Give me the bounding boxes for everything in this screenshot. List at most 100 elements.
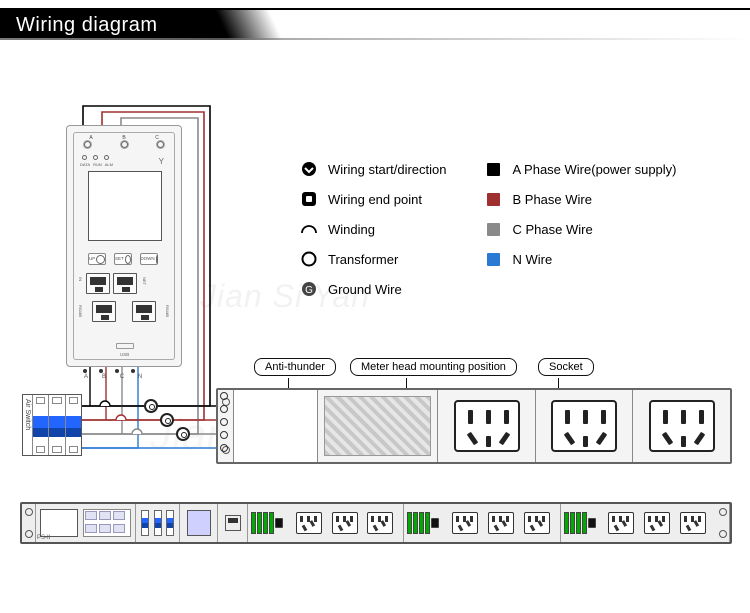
up-button[interactable]: UP	[88, 253, 106, 265]
socket-face-3	[649, 400, 715, 452]
mini-sock[interactable]	[608, 512, 634, 534]
meter-bottom-terminals	[83, 369, 135, 373]
legend-c-phase-label: C Phase Wire	[512, 222, 592, 237]
rj-port-net[interactable]	[113, 273, 137, 294]
mini-outlet-groups	[248, 504, 716, 542]
mini-sock[interactable]	[452, 512, 478, 534]
legend-ground-label: Ground Wire	[328, 282, 402, 297]
mini-switch-section	[136, 504, 180, 542]
led-data: DATA	[80, 162, 90, 167]
a-phase-icon	[484, 160, 502, 178]
outlet-3[interactable]	[633, 390, 730, 462]
socket-face-1	[454, 400, 520, 452]
terminal-g	[220, 392, 228, 400]
legend-transformer: Transformer	[300, 250, 446, 268]
up-label: UP	[89, 256, 95, 261]
legend-winding-label: Winding	[328, 222, 375, 237]
term-b-label: B	[99, 374, 109, 380]
mini-sock[interactable]	[680, 512, 706, 534]
rj-net-label: NET	[142, 277, 147, 285]
mini-sock[interactable]	[367, 512, 393, 534]
legend-col-1: Wiring start/direction Wiring end point …	[300, 160, 446, 298]
meter-top-ports	[84, 141, 164, 148]
wiring-start-icon	[300, 160, 318, 178]
mini-anti-section	[180, 504, 218, 542]
callout-socket: Socket	[538, 358, 594, 376]
usb-label: USB	[120, 352, 129, 357]
legend-b-phase: B Phase Wire	[484, 190, 676, 208]
mini-right-ear	[716, 504, 730, 542]
led-alm: ALM	[105, 162, 113, 167]
legend-transformer-label: Transformer	[328, 252, 398, 267]
led-run: RUN	[93, 162, 102, 167]
meter-screen	[88, 171, 162, 241]
mini-sock[interactable]	[332, 512, 358, 534]
winding-icon	[300, 220, 318, 238]
mini-pole-1	[141, 510, 149, 536]
mini-breaker-2[interactable]	[404, 504, 442, 542]
meter-device: A B C DATA RUN ALM Y UP SET DOWN IN NET …	[66, 125, 182, 367]
legend-wiring-start: Wiring start/direction	[300, 160, 446, 178]
rj-port-rs485-2[interactable]	[132, 301, 156, 322]
legend-a-phase: A Phase Wire(power supply)	[484, 160, 676, 178]
down-label: DOWN	[140, 256, 154, 261]
mini-pole-2	[154, 510, 162, 536]
outlet-1[interactable]	[438, 390, 536, 462]
usb-port[interactable]	[116, 343, 134, 349]
term-n-label: N	[135, 374, 145, 380]
meter-bottom-terminal-labels: A B C N	[81, 374, 145, 380]
meter-mounting-area	[318, 390, 439, 462]
mini-left-ear	[22, 504, 36, 542]
mini-sock[interactable]	[488, 512, 514, 534]
mini-breaker-1[interactable]	[248, 504, 286, 542]
mini-pole-3	[166, 510, 174, 536]
n-wire-icon	[484, 250, 502, 268]
switch-pole-1	[32, 395, 48, 455]
mini-meter-section	[36, 504, 136, 542]
outlet-2[interactable]	[536, 390, 634, 462]
down-button[interactable]: DOWN	[140, 253, 158, 265]
svg-text:G: G	[305, 285, 313, 296]
legend-n-wire: N Wire	[484, 250, 676, 268]
pdu-cells	[234, 390, 730, 462]
mini-sock[interactable]	[644, 512, 670, 534]
title-lower-line	[0, 38, 750, 40]
mini-sock[interactable]	[524, 512, 550, 534]
mini-anti-block	[187, 510, 211, 536]
mini-sock[interactable]	[296, 512, 322, 534]
mini-group-2	[404, 504, 560, 542]
antenna-icon: Y	[159, 157, 164, 166]
rs485-2-label: RS485	[165, 305, 170, 317]
mini-outs-1	[286, 504, 403, 542]
rj-port-in[interactable]	[86, 273, 110, 294]
terminal-b	[220, 418, 228, 426]
wiring-end-icon	[300, 190, 318, 208]
mini-pdu-id: PS-II	[37, 535, 50, 541]
terminal-c	[220, 431, 228, 439]
rj-port-rs485-1[interactable]	[92, 301, 116, 322]
legend-c-phase: C Phase Wire	[484, 220, 676, 238]
rj-in-label: IN	[78, 277, 83, 281]
set-button[interactable]: SET	[114, 253, 132, 265]
rj-row-bottom: RS485 RS485	[92, 301, 156, 322]
pdu-full-strip	[20, 502, 732, 544]
pdu-enlarged	[216, 388, 732, 464]
mini-outs-2	[442, 504, 559, 542]
legend-col-2: A Phase Wire(power supply) B Phase Wire …	[484, 160, 676, 298]
b-phase-icon	[484, 190, 502, 208]
legend-wiring-end-label: Wiring end point	[328, 192, 422, 207]
transformer-b	[160, 413, 174, 427]
mini-breaker-3[interactable]	[561, 504, 599, 542]
mini-group-3	[561, 504, 716, 542]
callout-meter-head: Meter head mounting position	[350, 358, 517, 376]
meter-inner: A B C DATA RUN ALM Y UP SET DOWN IN NET …	[73, 132, 175, 360]
mini-button-set	[83, 509, 131, 537]
legend-winding: Winding	[300, 220, 446, 238]
set-label: SET	[115, 256, 124, 261]
air-switch[interactable]: Air Switch	[22, 394, 82, 456]
legend-b-phase-label: B Phase Wire	[512, 192, 591, 207]
mini-group-1	[248, 504, 404, 542]
title-bar: Wiring diagram	[0, 0, 750, 48]
term-c-label: C	[117, 374, 127, 380]
pdu-input-terminals	[220, 392, 228, 452]
